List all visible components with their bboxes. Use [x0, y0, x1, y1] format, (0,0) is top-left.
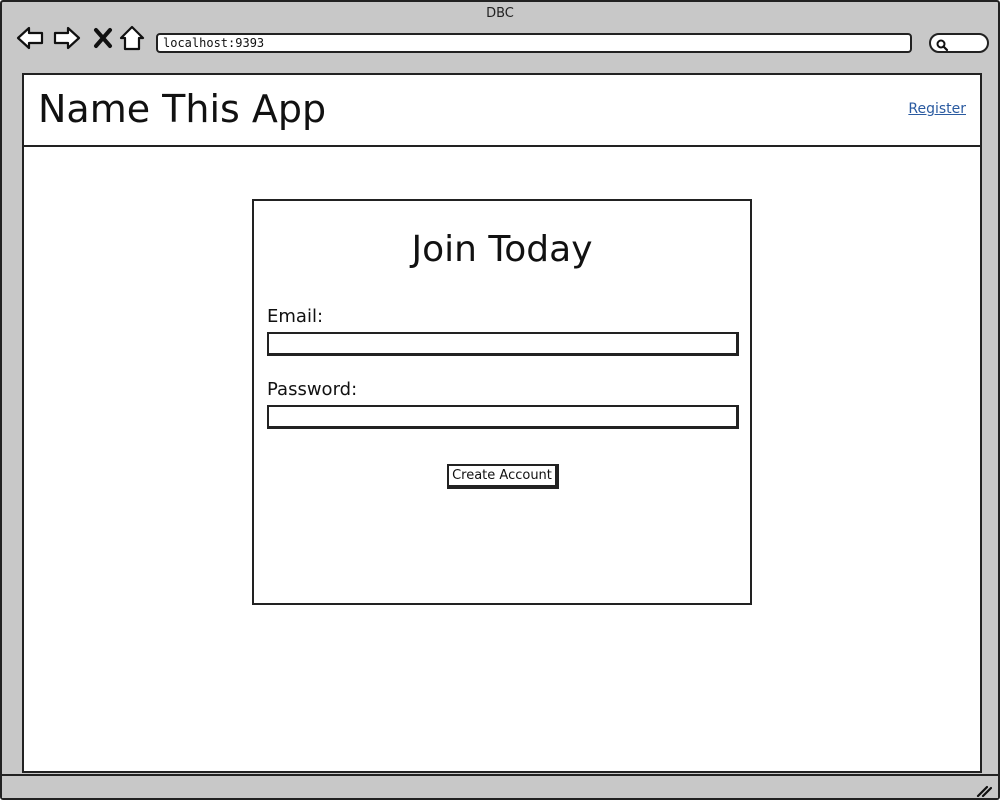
home-icon[interactable]	[118, 24, 146, 52]
register-link[interactable]: Register	[908, 101, 966, 117]
window-title: DBC	[486, 6, 514, 21]
page-viewport: Name This App Register Join Today Email:…	[22, 73, 982, 773]
browser-window: DBC localhost:9393 Name This App Registe…	[0, 0, 1000, 800]
password-label: Password:	[267, 379, 358, 400]
password-field[interactable]	[267, 405, 739, 429]
signup-heading: Join Today	[411, 229, 593, 270]
status-bar	[2, 774, 998, 798]
address-bar[interactable]: localhost:9393	[156, 33, 912, 53]
signup-card: Join Today Email: Password: Create Accou…	[252, 199, 752, 605]
create-account-button[interactable]: Create Account	[447, 464, 559, 489]
resize-grip-icon[interactable]	[976, 782, 993, 798]
email-field[interactable]	[267, 332, 739, 356]
email-label: Email:	[267, 306, 324, 327]
forward-arrow-icon[interactable]	[53, 24, 81, 52]
search-icon	[935, 37, 949, 52]
app-title: Name This App	[38, 87, 327, 131]
app-header: Name This App Register	[24, 75, 980, 147]
back-arrow-icon[interactable]	[16, 24, 44, 52]
close-x-icon[interactable]	[90, 24, 118, 52]
browser-search-field[interactable]	[929, 33, 989, 53]
